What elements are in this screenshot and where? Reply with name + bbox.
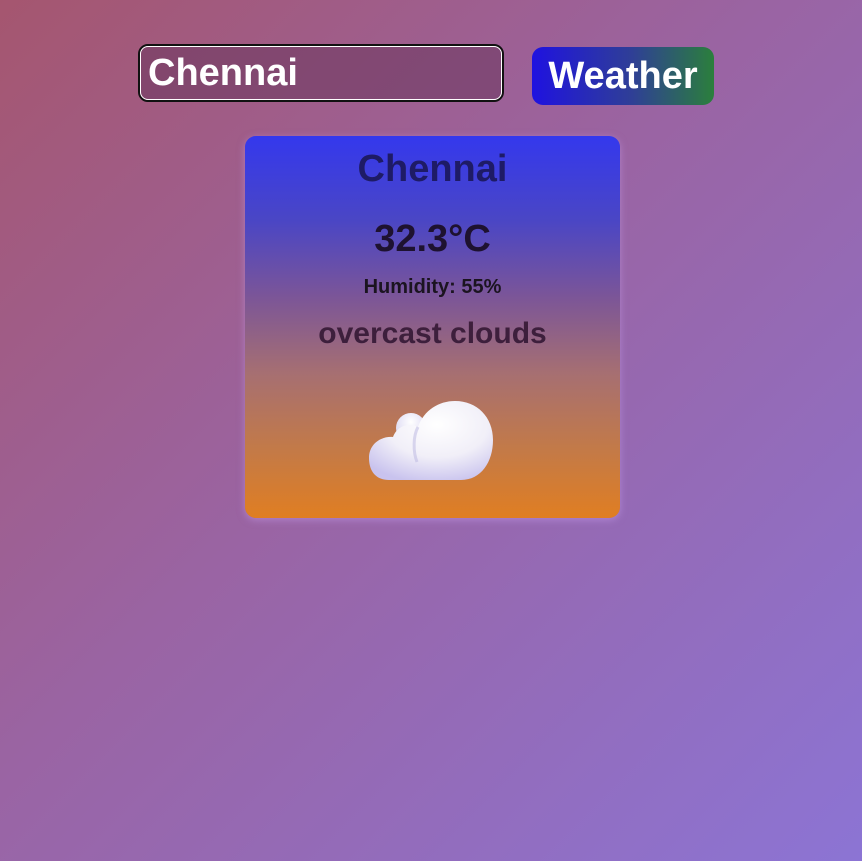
card-city-name: Chennai — [357, 148, 508, 190]
temperature: 32.3°C — [374, 218, 491, 260]
city-input[interactable] — [138, 44, 504, 102]
search-row: Weather — [138, 44, 714, 106]
humidity: Humidity: 55% — [363, 276, 502, 298]
weather-button[interactable]: Weather — [532, 47, 714, 105]
cloud-icon — [369, 401, 493, 480]
weather-description: overcast clouds — [318, 317, 547, 350]
weather-card: Chennai 32.3°C Humidity: 55% overcast cl… — [245, 136, 620, 518]
